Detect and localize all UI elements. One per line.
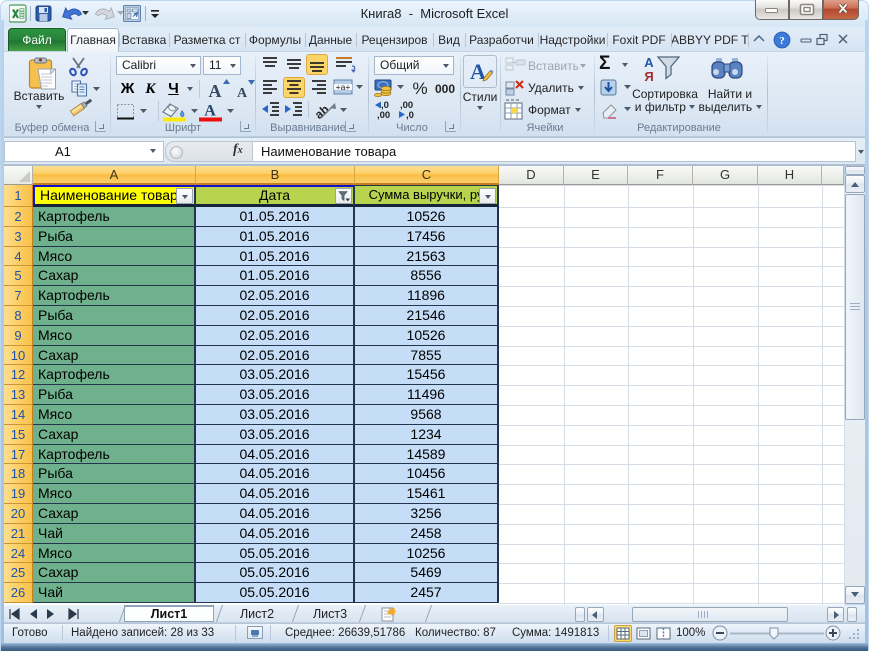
svg-text:А: А xyxy=(644,55,654,70)
svg-text:,0: ,0 xyxy=(406,110,414,121)
svg-text:А: А xyxy=(237,86,248,101)
svg-text:?: ? xyxy=(779,35,785,47)
svg-text:,00: ,00 xyxy=(377,110,390,121)
svg-text:%: % xyxy=(412,79,427,98)
svg-text:А: А xyxy=(204,103,216,120)
svg-text:А: А xyxy=(209,81,222,101)
svg-text:+a+: +a+ xyxy=(336,82,351,92)
svg-text:Я: Я xyxy=(644,69,653,84)
svg-text:ab: ab xyxy=(312,102,332,122)
svg-text:000: 000 xyxy=(435,82,455,96)
